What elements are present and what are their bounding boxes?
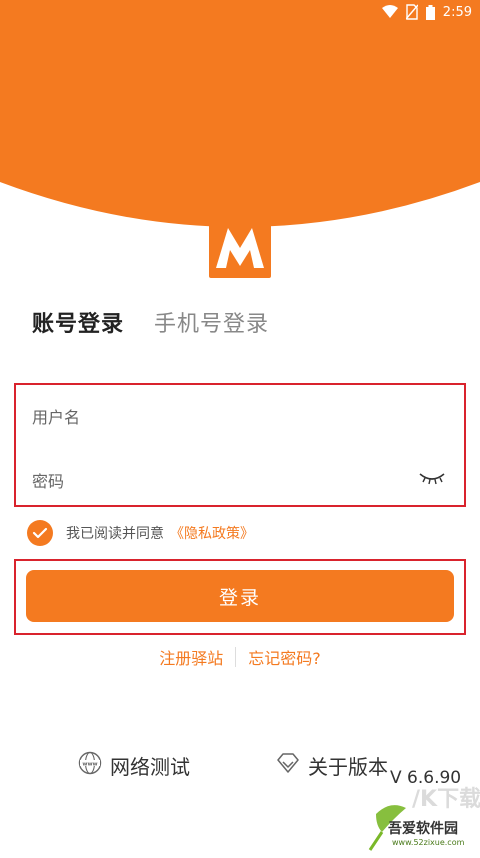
no-sim-icon [405,4,418,20]
tab-phone-login[interactable]: 手机号登录 [154,306,269,338]
username-input[interactable] [32,405,452,429]
password-input[interactable] [32,469,412,493]
agree-checkbox[interactable] [27,520,53,546]
svg-text:www: www [82,761,97,767]
register-link[interactable]: 注册驿站 [159,645,223,669]
eye-closed-icon[interactable] [418,469,446,487]
account-links: 注册驿站 忘记密码? [0,645,480,669]
app-logo [209,216,271,278]
svg-text:/K下载: /K下载 [412,786,480,812]
status-time: 2:59 [442,4,472,20]
privacy-agreement: 我已阅读并同意 《隐私政策》 [27,520,254,546]
header-background [0,0,480,232]
privacy-policy-link[interactable]: 《隐私政策》 [170,523,254,543]
battery-icon [425,4,435,20]
login-tabs: 账号登录 手机号登录 [32,306,299,338]
agree-text: 我已阅读并同意 [66,526,164,542]
network-test-label: 网络测试 [110,755,190,779]
wifi-icon [381,5,398,19]
watermark-url: www.52zixue.com [392,838,465,847]
login-button[interactable]: 登录 [26,570,454,622]
status-bar: 2:59 [0,0,480,24]
watermark-text: 吾爱软件园 [388,821,458,837]
forgot-password-link[interactable]: 忘记密码? [248,645,321,669]
diamond-icon [276,752,300,779]
login-form-box [14,383,466,507]
globe-www-icon: www [78,751,102,780]
tab-account-login[interactable]: 账号登录 [32,306,124,338]
network-test-button[interactable]: www 网络测试 [78,751,190,780]
link-divider [235,647,237,667]
